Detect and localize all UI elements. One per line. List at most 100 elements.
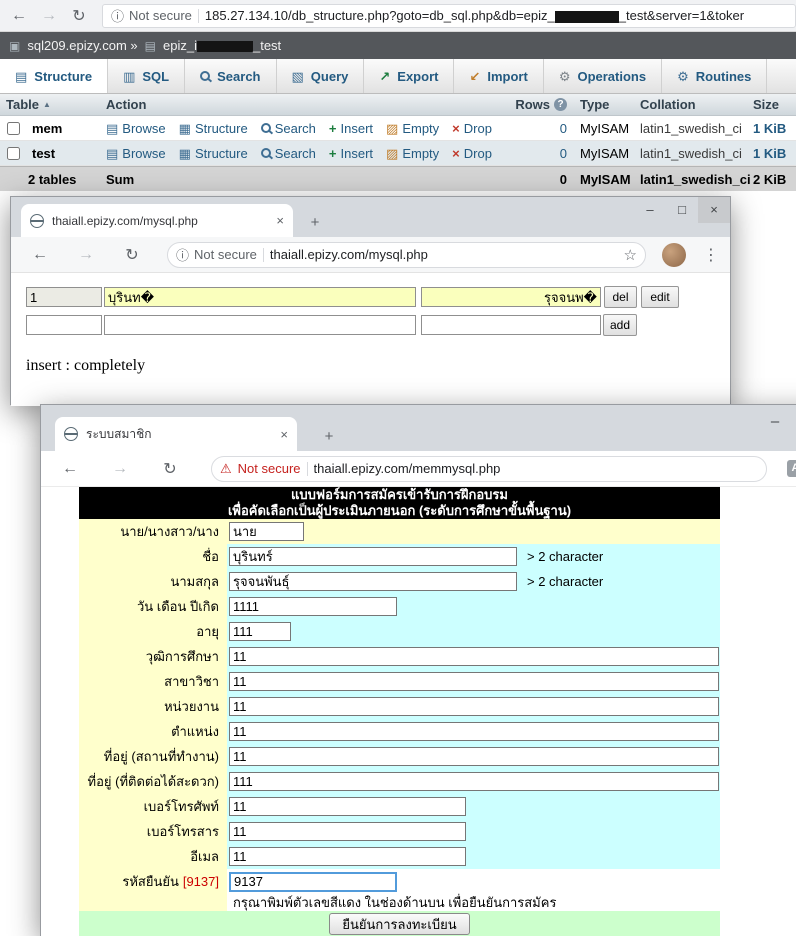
- window-titlebar[interactable]: ระบบสมาชิก × + –: [41, 405, 796, 451]
- empty-icon: ▨: [386, 147, 398, 160]
- bookmark-star-icon[interactable]: ☆: [624, 246, 637, 264]
- del-button[interactable]: del: [604, 286, 637, 308]
- drop-link[interactable]: ×Drop: [452, 146, 492, 161]
- browse-link[interactable]: ▤Browse: [106, 121, 166, 136]
- menu-icon[interactable]: ⋮: [702, 245, 720, 265]
- add-button[interactable]: add: [603, 314, 637, 336]
- new-surname-field[interactable]: [421, 315, 601, 335]
- record-name-field[interactable]: [104, 287, 416, 307]
- record-surname-field[interactable]: [421, 287, 601, 307]
- captcha-row: รหัสยืนยัน [9137]: [79, 869, 720, 894]
- insert-link[interactable]: +Insert: [329, 121, 373, 136]
- minimize-button[interactable]: –: [634, 197, 666, 223]
- empty-link[interactable]: ▨ Empty: [386, 146, 439, 161]
- new-tab-button[interactable]: +: [303, 214, 327, 231]
- info-icon[interactable]: ⓘ: [176, 245, 189, 264]
- globe-favicon: [30, 214, 44, 228]
- captcha-label: รหัสยืนยัน: [122, 871, 179, 892]
- last-name-field[interactable]: [229, 572, 517, 591]
- translate-icon[interactable]: A: [787, 460, 796, 477]
- edit-button[interactable]: edit: [641, 286, 679, 308]
- warning-icon[interactable]: ⚠: [220, 461, 232, 477]
- col-header-table[interactable]: Table: [6, 97, 39, 112]
- tab-search[interactable]: Search: [185, 59, 276, 93]
- tab-routines[interactable]: ⚙ Routines: [662, 59, 767, 93]
- field-label: ชื่อ: [79, 544, 227, 569]
- close-button[interactable]: ×: [698, 197, 730, 223]
- phone-field[interactable]: [229, 797, 466, 816]
- help-icon[interactable]: ?: [554, 98, 567, 111]
- structure-link[interactable]: ▦Structure: [179, 146, 248, 161]
- profile-avatar[interactable]: [662, 243, 686, 267]
- back-icon[interactable]: ←: [55, 460, 85, 478]
- tab-close-icon[interactable]: ×: [280, 427, 288, 442]
- record-id-field[interactable]: [26, 287, 102, 307]
- row-checkbox[interactable]: [7, 147, 20, 160]
- browse-link[interactable]: ▤Browse: [106, 146, 166, 161]
- address-bar[interactable]: ⓘ Not secure 185.27.134.10/db_structure.…: [102, 4, 796, 28]
- tab-operations[interactable]: ⚙ Operations: [544, 59, 662, 93]
- work-address-field[interactable]: [229, 747, 719, 766]
- fax-field[interactable]: [229, 822, 466, 841]
- contact-address-field[interactable]: [229, 772, 719, 791]
- rows-sum: 0: [560, 172, 567, 187]
- table-name[interactable]: mem: [32, 121, 62, 136]
- reload-icon[interactable]: ↻: [155, 459, 185, 479]
- maximize-button[interactable]: □: [666, 197, 698, 223]
- search-icon: [261, 123, 271, 133]
- row-checkbox[interactable]: [7, 122, 20, 135]
- back-icon[interactable]: ←: [25, 246, 55, 264]
- form-row: อีเมล: [79, 844, 720, 869]
- tab-sql[interactable]: ▥ SQL: [108, 59, 185, 93]
- back-icon[interactable]: ←: [4, 7, 34, 25]
- birthdate-field[interactable]: [229, 597, 397, 616]
- email-field[interactable]: [229, 847, 466, 866]
- submit-button[interactable]: ยืนยันการลงทะเบียน: [329, 913, 469, 935]
- address-bar[interactable]: ⚠ Not secure thaiall.epizy.com/memmysql.…: [211, 456, 767, 482]
- organization-field[interactable]: [229, 697, 719, 716]
- form-row: หน่วยงาน: [79, 694, 720, 719]
- new-name-field[interactable]: [104, 315, 416, 335]
- tab-query[interactable]: ▧ Query: [277, 59, 365, 93]
- name-prefix-field[interactable]: [229, 522, 304, 541]
- browser-tab[interactable]: thaiall.epizy.com/mysql.php ×: [21, 204, 293, 237]
- forward-icon[interactable]: →: [34, 7, 64, 25]
- structure-link[interactable]: ▦Structure: [179, 121, 248, 136]
- reload-icon[interactable]: ↻: [64, 6, 94, 26]
- browser-navbar: ← → ↻ ⓘ Not secure thaiall.epizy.com/mys…: [11, 237, 730, 273]
- table-name[interactable]: test: [32, 146, 55, 161]
- drop-link[interactable]: ×Drop: [452, 121, 492, 136]
- window-titlebar[interactable]: thaiall.epizy.com/mysql.php × + – □ ×: [11, 197, 730, 237]
- new-id-field[interactable]: [26, 315, 102, 335]
- forward-icon[interactable]: →: [105, 460, 135, 478]
- education-field[interactable]: [229, 647, 719, 666]
- tab-import[interactable]: ↙ Import: [454, 59, 543, 93]
- tab-structure[interactable]: ▤ Structure: [0, 59, 108, 93]
- first-name-field[interactable]: [229, 547, 517, 566]
- age-field[interactable]: [229, 622, 291, 641]
- search-link[interactable]: Search: [261, 146, 316, 161]
- insert-link[interactable]: +Insert: [329, 146, 373, 161]
- tab-close-icon[interactable]: ×: [276, 213, 284, 228]
- breadcrumb-server[interactable]: sql209.epizy.com »: [27, 38, 137, 53]
- sort-icon[interactable]: ▲: [43, 100, 51, 109]
- tab-export[interactable]: ↗ Export: [364, 59, 454, 93]
- address-bar[interactable]: ⓘ Not secure thaiall.epizy.com/mysql.php…: [167, 242, 646, 268]
- field-label: อายุ: [79, 619, 227, 644]
- captcha-field[interactable]: [229, 872, 397, 892]
- browser-tab[interactable]: ระบบสมาชิก ×: [55, 417, 297, 451]
- empty-label: Empty: [402, 146, 439, 161]
- search-link[interactable]: Search: [261, 121, 316, 136]
- major-field[interactable]: [229, 672, 719, 691]
- url-prefix: 185.27.134.10/db_structure.php?goto=db_s…: [205, 8, 555, 23]
- empty-link[interactable]: ▨Empty: [386, 121, 439, 136]
- new-tab-button[interactable]: +: [317, 428, 341, 445]
- browse-icon: ▤: [106, 147, 118, 160]
- position-field[interactable]: [229, 722, 719, 741]
- reload-icon[interactable]: ↻: [117, 245, 147, 265]
- form-row: ที่อยู่ (ที่ติดต่อได้สะดวก): [79, 769, 720, 794]
- info-icon[interactable]: ⓘ: [111, 6, 124, 25]
- breadcrumb-database[interactable]: epiz_i_test: [163, 38, 281, 53]
- minimize-button[interactable]: –: [755, 407, 795, 437]
- forward-icon[interactable]: →: [71, 246, 101, 264]
